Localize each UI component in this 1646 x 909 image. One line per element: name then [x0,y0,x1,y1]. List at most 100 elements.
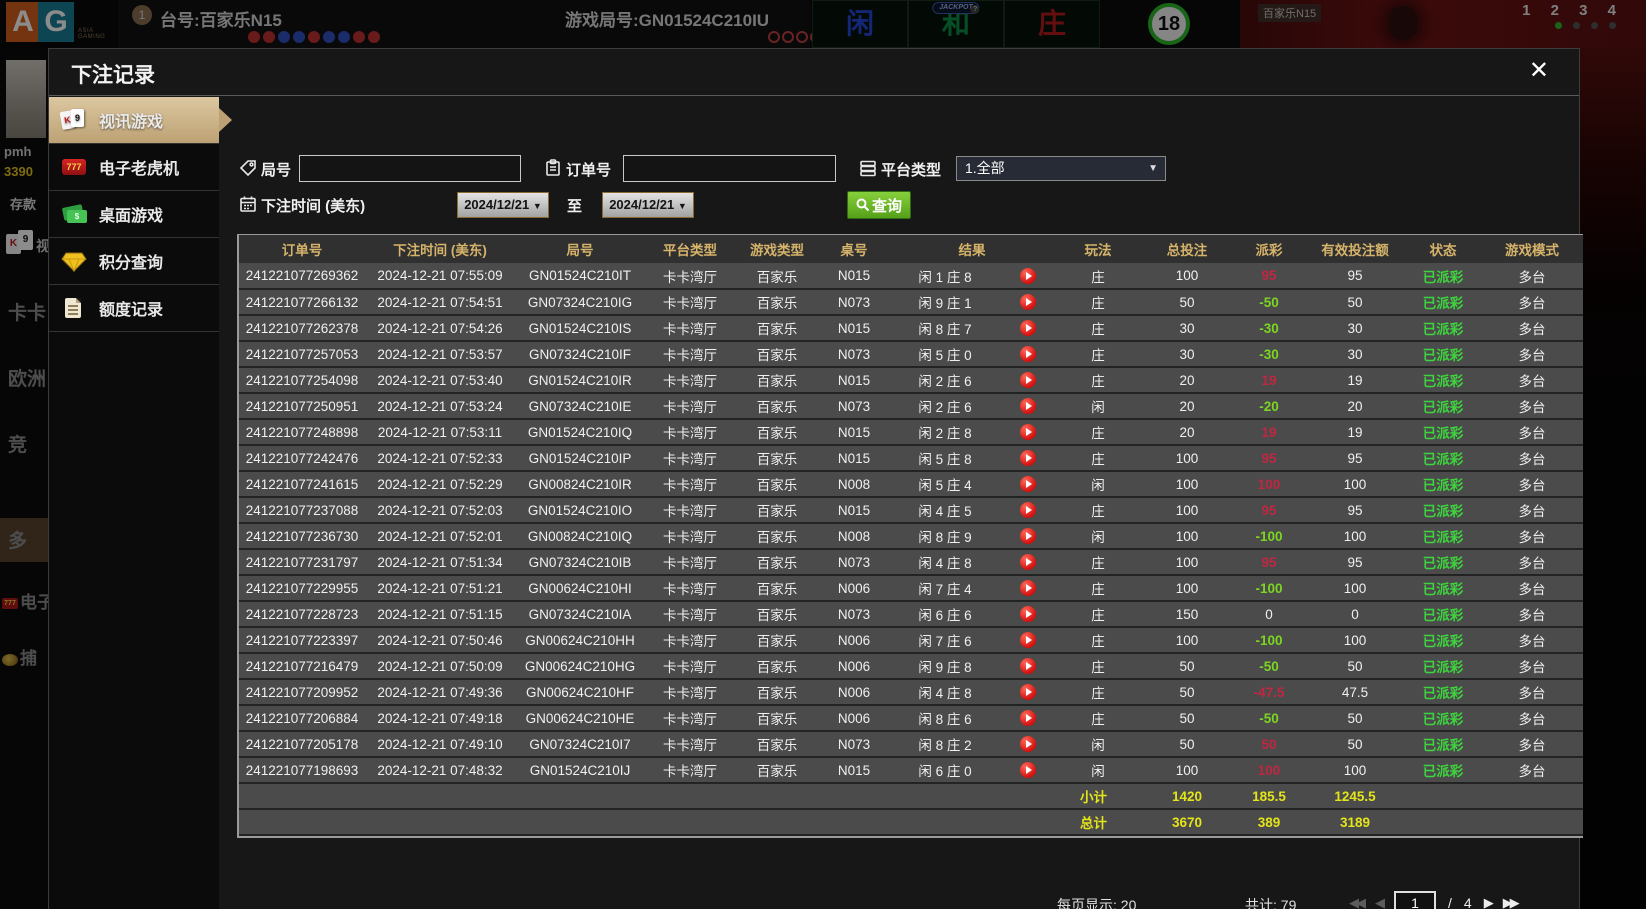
cell-status: 已派彩 [1405,575,1481,602]
cell-status: 已派彩 [1405,679,1481,706]
cell-bet-time: 2024-12-21 07:48:32 [365,757,515,784]
replay-button[interactable] [1020,658,1036,675]
calendar-icon [239,195,257,213]
cell-payout: -30 [1233,315,1305,342]
replay-button[interactable] [1020,736,1036,753]
replay-button[interactable] [1020,554,1036,571]
replay-button[interactable] [1020,320,1036,337]
table-row[interactable]: 241221077229955 2024-12-21 07:51:21 GN00… [239,575,1583,602]
col-bet-time: 下注时间 (美东) [365,235,515,263]
replay-button[interactable] [1020,528,1036,545]
table-row[interactable]: 241221077262378 2024-12-21 07:54:26 GN01… [239,315,1583,342]
cell-order-no: 241221077228723 [239,601,365,628]
order-number-input[interactable] [623,155,836,182]
date-to-picker[interactable]: 2024/12/21 ▼ [602,192,694,218]
sidebar-item-points-query[interactable]: 积分查询 [49,238,219,285]
table-row[interactable]: 241221077198693 2024-12-21 07:48:32 GN01… [239,757,1583,784]
cell-total-bet: 100 [1141,471,1233,498]
first-page-icon[interactable]: ◀◀ [1349,895,1366,909]
table-footer: 每页显示: 20 共计: 79 ◀◀ ◀ / 4 ▶ ▶▶ [219,889,1579,909]
col-table-no: 桌号 [819,235,889,263]
table-row[interactable]: 241221077250951 2024-12-21 07:53:24 GN07… [239,393,1583,420]
cell-order-no: 241221077248898 [239,419,365,446]
table-row[interactable]: 241221077248898 2024-12-21 07:53:11 GN01… [239,419,1583,446]
cell-platform: 卡卡湾厅 [645,653,735,680]
cell-payout: 100 [1233,757,1305,784]
chevron-down-icon: ▼ [1148,163,1158,174]
cell-valid-bet: 47.5 [1305,679,1405,706]
date-from-picker[interactable]: 2024/12/21 ▼ [457,192,549,218]
table-row[interactable]: 241221077257053 2024-12-21 07:53:57 GN07… [239,341,1583,368]
cell-platform: 卡卡湾厅 [645,393,735,420]
cell-round-no: GN07324C210IG [515,289,645,316]
cell-play-method: 闲 [1055,757,1141,784]
table-row[interactable]: 241221077237088 2024-12-21 07:52:03 GN01… [239,497,1583,524]
table-row[interactable]: 241221077269362 2024-12-21 07:55:09 GN01… [239,263,1583,290]
query-button[interactable]: 查询 [847,191,911,219]
sidebar-item-video-games[interactable]: K 9 视讯游戏 [49,97,219,144]
replay-button[interactable] [1020,606,1036,623]
money-cards-icon: $ [61,202,89,226]
replay-button[interactable] [1020,632,1036,649]
table-row[interactable]: 241221077205178 2024-12-21 07:49:10 GN07… [239,731,1583,758]
replay-button[interactable] [1020,762,1036,779]
cell-game-mode: 多台 [1481,497,1583,524]
table-row[interactable]: 241221077242476 2024-12-21 07:52:33 GN01… [239,445,1583,472]
cell-total-bet: 30 [1141,315,1233,342]
cell-valid-bet: 50 [1305,653,1405,680]
prev-page-icon[interactable]: ◀ [1375,895,1385,909]
replay-button[interactable] [1020,267,1036,284]
cell-round-no: GN01524C210IQ [515,419,645,446]
table-row[interactable]: 241221077254098 2024-12-21 07:53:40 GN01… [239,367,1583,394]
cell-table-no: N006 [819,705,889,732]
cell-play-method: 庄 [1055,419,1141,446]
replay-button[interactable] [1020,450,1036,467]
cell-platform: 卡卡湾厅 [645,679,735,706]
platform-type-select[interactable]: 1.全部 ▼ [956,156,1166,181]
cell-game-type: 百家乐 [735,419,819,446]
cell-platform: 卡卡湾厅 [645,471,735,498]
chevron-down-icon: ▼ [532,201,542,211]
page-number-input[interactable] [1394,891,1436,909]
replay-button[interactable] [1020,476,1036,493]
table-row[interactable]: 241221077266132 2024-12-21 07:54:51 GN07… [239,289,1583,316]
table-row[interactable]: 241221077236730 2024-12-21 07:52:01 GN00… [239,523,1583,550]
table-header-row: 订单号 下注时间 (美东) 局号 平台类型 游戏类型 桌号 结果 玩法 总投注 … [239,235,1583,263]
cell-payout: 19 [1233,367,1305,394]
cell-game-mode: 多台 [1481,393,1583,420]
cell-round-no: GN07324C210IE [515,393,645,420]
sidebar-item-quota-records[interactable]: 额度记录 [49,285,219,332]
cell-order-no: 241221077198693 [239,757,365,784]
cell-bet-time: 2024-12-21 07:51:21 [365,575,515,602]
table-row[interactable]: 241221077231797 2024-12-21 07:51:34 GN07… [239,549,1583,576]
close-icon[interactable]: ✕ [1529,58,1549,84]
replay-button[interactable] [1020,372,1036,389]
replay-button[interactable] [1020,580,1036,597]
next-page-icon[interactable]: ▶ [1484,895,1494,909]
last-page-icon[interactable]: ▶▶ [1503,895,1520,909]
table-row[interactable]: 241221077223397 2024-12-21 07:50:46 GN00… [239,627,1583,654]
cell-status: 已派彩 [1405,445,1481,472]
cell-order-no: 241221077254098 [239,367,365,394]
replay-button[interactable] [1020,294,1036,311]
replay-button[interactable] [1020,346,1036,363]
sidebar-item-table-games[interactable]: $ 桌面游戏 [49,191,219,238]
replay-button[interactable] [1020,684,1036,701]
cell-platform: 卡卡湾厅 [645,497,735,524]
replay-button[interactable] [1020,398,1036,415]
replay-button[interactable] [1020,710,1036,727]
table-row[interactable]: 241221077209952 2024-12-21 07:49:36 GN00… [239,679,1583,706]
round-input[interactable] [299,155,521,182]
table-row[interactable]: 241221077216479 2024-12-21 07:50:09 GN00… [239,653,1583,680]
replay-button[interactable] [1020,502,1036,519]
table-row[interactable]: 241221077241615 2024-12-21 07:52:29 GN00… [239,471,1583,498]
cell-game-type: 百家乐 [735,445,819,472]
cell-round-no: GN07324C210IA [515,601,645,628]
replay-button[interactable] [1020,424,1036,441]
table-row[interactable]: 241221077228723 2024-12-21 07:51:15 GN07… [239,601,1583,628]
table-row[interactable]: 241221077206884 2024-12-21 07:49:18 GN00… [239,705,1583,732]
cell-round-no: GN00624C210HG [515,653,645,680]
cell-result: 闲 4 庄 5 [889,497,1001,524]
cell-valid-bet: 100 [1305,627,1405,654]
sidebar-item-slots[interactable]: 777 电子老虎机 [49,144,219,191]
